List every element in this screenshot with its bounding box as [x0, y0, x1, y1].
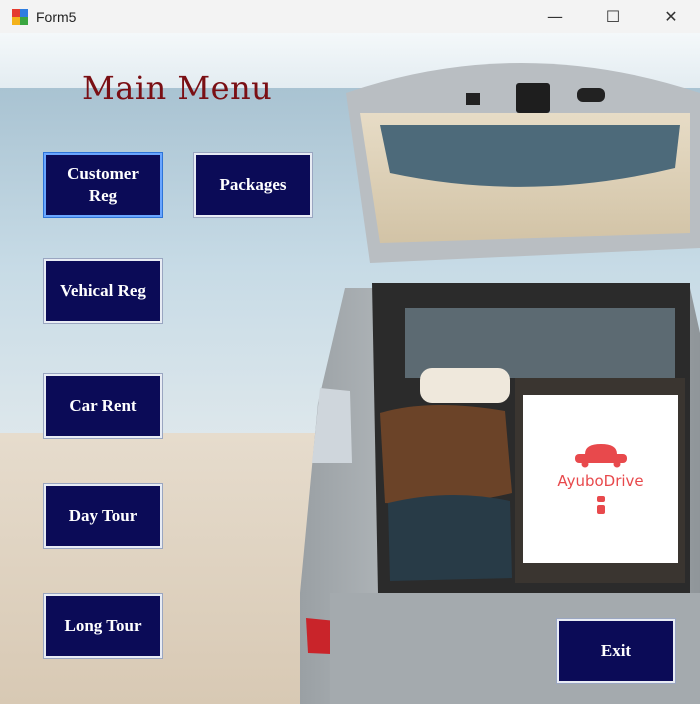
title-bar[interactable]: Form5 — ☐ ✕ [0, 0, 700, 33]
day-tour-button[interactable]: Day Tour [44, 484, 162, 548]
exit-button[interactable]: Exit [557, 619, 675, 683]
exit-label: Exit [600, 641, 632, 660]
form-client-area: Main Menu Customer Reg Packages Vehical … [0, 33, 700, 704]
main-menu-heading: Main Menu [82, 69, 273, 107]
form5-window: Form5 — ☐ ✕ Main Menu Customer Reg Packa… [0, 0, 700, 704]
car-rent-button[interactable]: Car Rent [44, 374, 162, 438]
minimize-button[interactable]: — [526, 0, 584, 33]
customer-reg-label: Customer Reg [67, 164, 139, 205]
location-pin-icon [596, 496, 605, 514]
vehical-reg-button[interactable]: Vehical Reg [44, 259, 162, 323]
logo-text: AyuboDrive [557, 472, 644, 490]
vehical-reg-label: Vehical Reg [60, 281, 146, 300]
ayubodrive-logo: AyuboDrive [523, 395, 678, 563]
window-controls: — ☐ ✕ [526, 0, 700, 33]
packages-button[interactable]: Packages [194, 153, 312, 217]
day-tour-label: Day Tour [68, 506, 138, 525]
long-tour-label: Long Tour [64, 616, 142, 635]
car-rent-label: Car Rent [69, 396, 137, 415]
packages-label: Packages [219, 175, 287, 194]
customer-reg-button[interactable]: Customer Reg [44, 153, 162, 217]
car-logo-icon [574, 444, 627, 468]
window-title: Form5 [36, 8, 77, 25]
maximize-button[interactable]: ☐ [584, 0, 642, 33]
close-button[interactable]: ✕ [642, 0, 700, 33]
long-tour-button[interactable]: Long Tour [44, 594, 162, 658]
app-icon [12, 8, 28, 25]
